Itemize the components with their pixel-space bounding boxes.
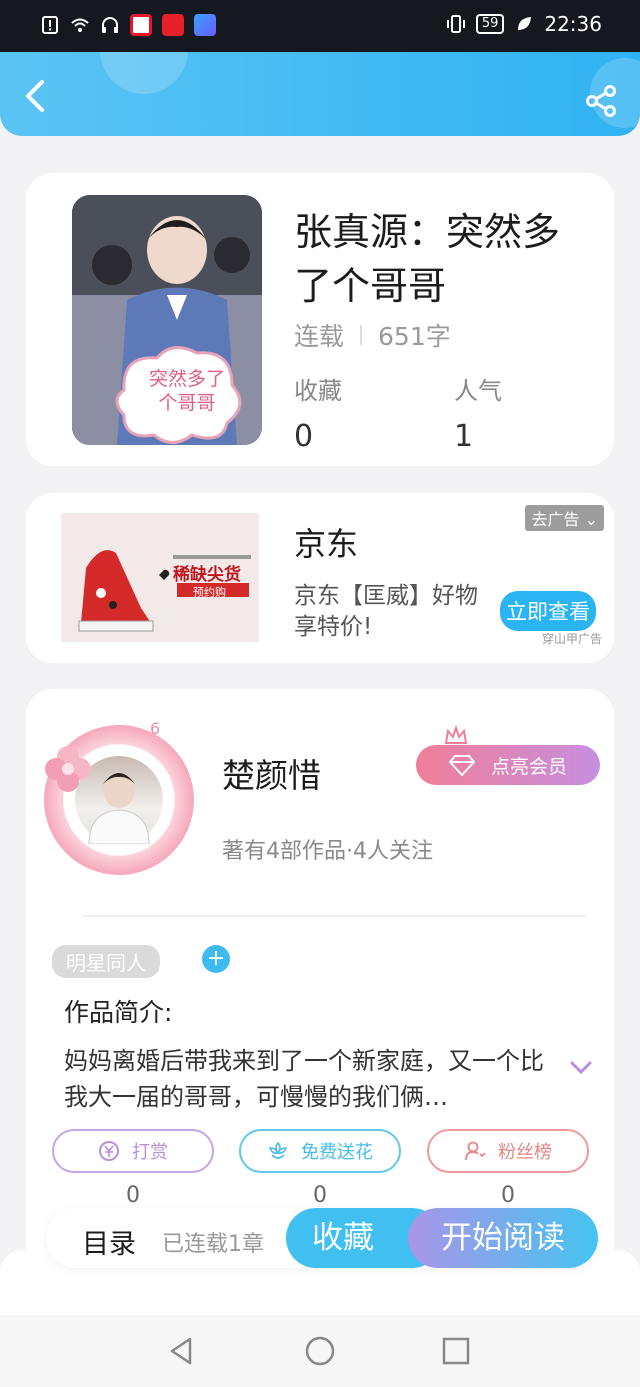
intro-text: 妈妈离婚后带我来到了一个新家庭，又一个比我大一届的哥哥，可慢慢的我们俩… bbox=[64, 1047, 544, 1111]
vip-button[interactable]: 点亮会员 bbox=[416, 745, 600, 785]
chapter-count: 已连载1章 bbox=[162, 1232, 264, 1257]
battery-icon: 59 bbox=[475, 14, 505, 34]
nav-back-icon[interactable] bbox=[166, 1335, 198, 1367]
genre-tag[interactable]: 明星同人 bbox=[52, 945, 160, 978]
catalog-button[interactable]: 目录 bbox=[82, 1222, 136, 1261]
nav-recents-icon[interactable] bbox=[440, 1335, 472, 1367]
fav-value: 0 bbox=[294, 419, 314, 454]
reward-button[interactable]: 打赏 bbox=[52, 1129, 214, 1173]
decor-bubble bbox=[100, 52, 188, 94]
author-stats: 著有4部作品·4人关注 bbox=[222, 839, 433, 864]
news-icon bbox=[162, 14, 184, 36]
reward-label: 打赏 bbox=[132, 1142, 168, 1163]
ad-description: 京东【匡威】好物享特价! bbox=[294, 583, 478, 640]
popularity-label: 人气 bbox=[454, 377, 502, 405]
author-card: 6 楚颜惜 点亮会员 著有4部作品·4人关注 明星同人 + 作品简介: 妈妈离婚… bbox=[26, 689, 614, 1289]
author-avatar-frame[interactable]: 6 bbox=[44, 719, 194, 875]
start-reading-button[interactable]: 开始阅读 bbox=[408, 1208, 598, 1268]
book-meta: 连载 651字 bbox=[294, 317, 451, 353]
book-cover[interactable]: 突然多了个哥哥 bbox=[72, 195, 262, 445]
book-status: 连载 bbox=[294, 322, 345, 351]
book-word-count: 651字 bbox=[378, 322, 451, 351]
leaf-icon bbox=[518, 17, 532, 30]
headset-icon bbox=[102, 17, 118, 33]
flower-decor-icon bbox=[45, 746, 91, 792]
ad-image-sub: 预约购 bbox=[193, 586, 226, 599]
chevron-down-icon: ⌄ bbox=[584, 510, 598, 529]
intro-label: 作品简介: bbox=[64, 998, 173, 1027]
vip-label: 点亮会员 bbox=[490, 755, 567, 778]
ad-card[interactable]: 稀缺尖货 预约购 京东 京东【匡威】好物享特价! 去广告 ⌄ 立即查看 穿山甲广… bbox=[26, 493, 614, 663]
book-info-card: 突然多了个哥哥 张真源：突然多了个哥哥 连载 651字 收藏 0 人气 1 bbox=[26, 173, 614, 466]
ad-source: 穿山甲广告 bbox=[541, 632, 602, 646]
remove-ad-button[interactable]: 去广告 ⌄ bbox=[525, 505, 604, 531]
remove-ad-label: 去广告 bbox=[531, 510, 580, 529]
fan-icon bbox=[465, 1141, 486, 1161]
diamond-icon bbox=[448, 755, 475, 776]
weibo-icon bbox=[130, 14, 152, 36]
crown-icon bbox=[444, 725, 468, 744]
status-left-icons bbox=[40, 14, 216, 36]
ad-image-headline: 稀缺尖货 bbox=[173, 565, 241, 585]
status-bar: 59 22:36 bbox=[0, 0, 640, 52]
ad-title: 京东 bbox=[294, 525, 359, 563]
popularity-value: 1 bbox=[454, 419, 474, 454]
share-button[interactable] bbox=[584, 84, 618, 118]
fan-ranking-label: 粉丝榜 bbox=[498, 1142, 552, 1163]
send-flower-button[interactable]: 免费送花 bbox=[239, 1129, 401, 1173]
cover-caption: 突然多了个哥哥 bbox=[148, 368, 225, 414]
nav-home-icon[interactable] bbox=[304, 1335, 336, 1367]
music-icon bbox=[194, 14, 216, 36]
top-header bbox=[0, 52, 640, 136]
fav-label: 收藏 bbox=[294, 377, 342, 405]
ad-view-button[interactable]: 立即查看 bbox=[500, 591, 596, 631]
vibrate-icon bbox=[446, 15, 465, 33]
back-button[interactable] bbox=[20, 78, 52, 114]
status-right: 59 22:36 bbox=[446, 12, 602, 36]
reward-count: 0 bbox=[126, 1183, 140, 1208]
ad-image[interactable]: 稀缺尖货 预约购 bbox=[61, 513, 259, 642]
fan-count: 0 bbox=[501, 1183, 515, 1208]
system-nav-bar bbox=[0, 1315, 640, 1387]
plus-icon: + bbox=[206, 946, 226, 971]
expand-chevron-icon[interactable] bbox=[570, 1061, 592, 1075]
divider bbox=[82, 915, 586, 917]
alert-icon bbox=[42, 16, 58, 34]
fan-ranking-button[interactable]: 粉丝榜 bbox=[427, 1129, 589, 1173]
meta-divider bbox=[360, 325, 363, 345]
send-flower-label: 免费送花 bbox=[301, 1142, 373, 1163]
add-tag-button[interactable]: + bbox=[202, 945, 230, 973]
book-title: 张真源：突然多了个哥哥 bbox=[294, 210, 561, 308]
author-name[interactable]: 楚颜惜 bbox=[222, 749, 321, 797]
flower-icon bbox=[268, 1141, 288, 1159]
status-time: 22:36 bbox=[544, 12, 602, 36]
wifi-icon bbox=[71, 18, 89, 32]
flower-count: 0 bbox=[313, 1183, 327, 1208]
level-badge: 6 bbox=[150, 719, 161, 738]
coin-icon bbox=[99, 1141, 119, 1161]
reading-action-bar: 目录 已连载1章 收藏 开始阅读 bbox=[46, 1208, 598, 1268]
